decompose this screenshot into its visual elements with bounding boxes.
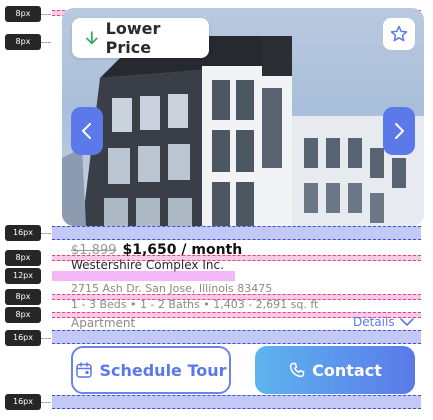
spacing-name-to-address [52,271,235,281]
property-address: 2715 Ash Dr. San Jose, Illinois 83475 [71,282,273,295]
arrow-down-icon [86,31,98,45]
prev-photo-button[interactable] [71,107,103,155]
spacing-leader [41,14,51,15]
spacing-badge: 8px [5,307,41,323]
spacing-leader [41,338,51,339]
schedule-tour-label: Schedule Tour [99,360,227,380]
spacing-badge: 16px [5,394,41,410]
chevron-down-icon [399,318,414,326]
spacing-leader [41,42,51,43]
spacing-badge: 16px [5,330,41,346]
spacing-type-to-buttons [52,330,421,344]
chevron-left-icon [82,123,91,139]
contact-button[interactable]: Contact [255,346,415,394]
current-price: $1,650 / month [122,242,243,258]
property-type: Apartment [71,316,136,330]
lower-price-label: Lower Price [105,19,161,57]
spacing-badge: 8px [5,6,41,22]
price-row: $1,899 $1,650 / month [71,239,242,258]
spacing-badge: 8px [5,34,41,50]
favorite-button[interactable] [383,18,415,50]
star-icon [390,25,408,42]
lower-price-badge: Lower Price [72,18,209,58]
spacing-leader [41,233,51,234]
phone-icon [289,362,305,378]
property-features: 1 - 3 Beds • 1 - 2 Baths • 1,403 - 2,691… [71,298,319,311]
contact-label: Contact [312,360,382,380]
details-label: Details [353,315,395,329]
spacing-badge: 8px [5,250,41,266]
chevron-right-icon [395,123,404,139]
next-photo-button[interactable] [383,107,415,155]
schedule-tour-button[interactable]: Schedule Tour [71,346,231,394]
spacing-badge: 12px [5,268,41,284]
property-name: Westershire Complex Inc. [71,258,224,272]
calendar-icon [76,362,93,378]
spacing-badge: 16px [5,225,41,241]
spacing-image-to-price [52,226,421,240]
old-price: $1,899 [71,243,117,258]
spacing-bottom [52,395,421,409]
details-toggle[interactable]: Details [353,315,415,329]
spacing-badge: 8px [5,289,41,305]
spacing-leader [41,402,51,403]
